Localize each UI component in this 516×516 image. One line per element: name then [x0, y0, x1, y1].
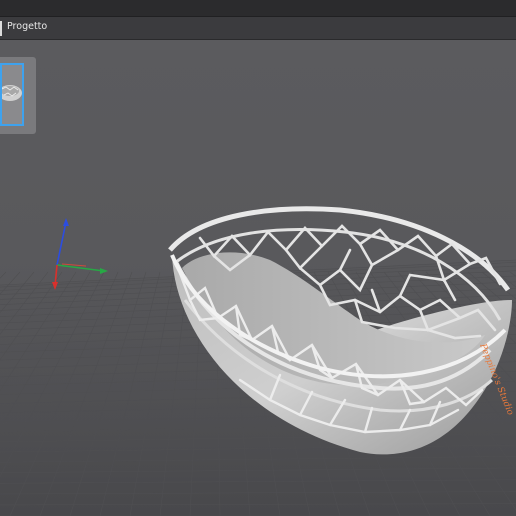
bowl-thumbnail-icon: [0, 85, 22, 101]
tab-bar: Progetto: [0, 17, 516, 40]
axis-gizmo: [52, 218, 108, 290]
bowl-thumbnail[interactable]: [0, 63, 24, 126]
tab-progetto[interactable]: Progetto: [7, 21, 47, 32]
scene-canvas[interactable]: Peppino's Studio: [0, 40, 516, 516]
app-window: Progetto Peppino's Studio: [0, 0, 516, 516]
3d-viewport[interactable]: Peppino's Studio: [0, 40, 516, 516]
title-bar: [0, 0, 516, 17]
tab-divider: [0, 21, 2, 36]
model-thumbnail-panel: [0, 57, 36, 134]
